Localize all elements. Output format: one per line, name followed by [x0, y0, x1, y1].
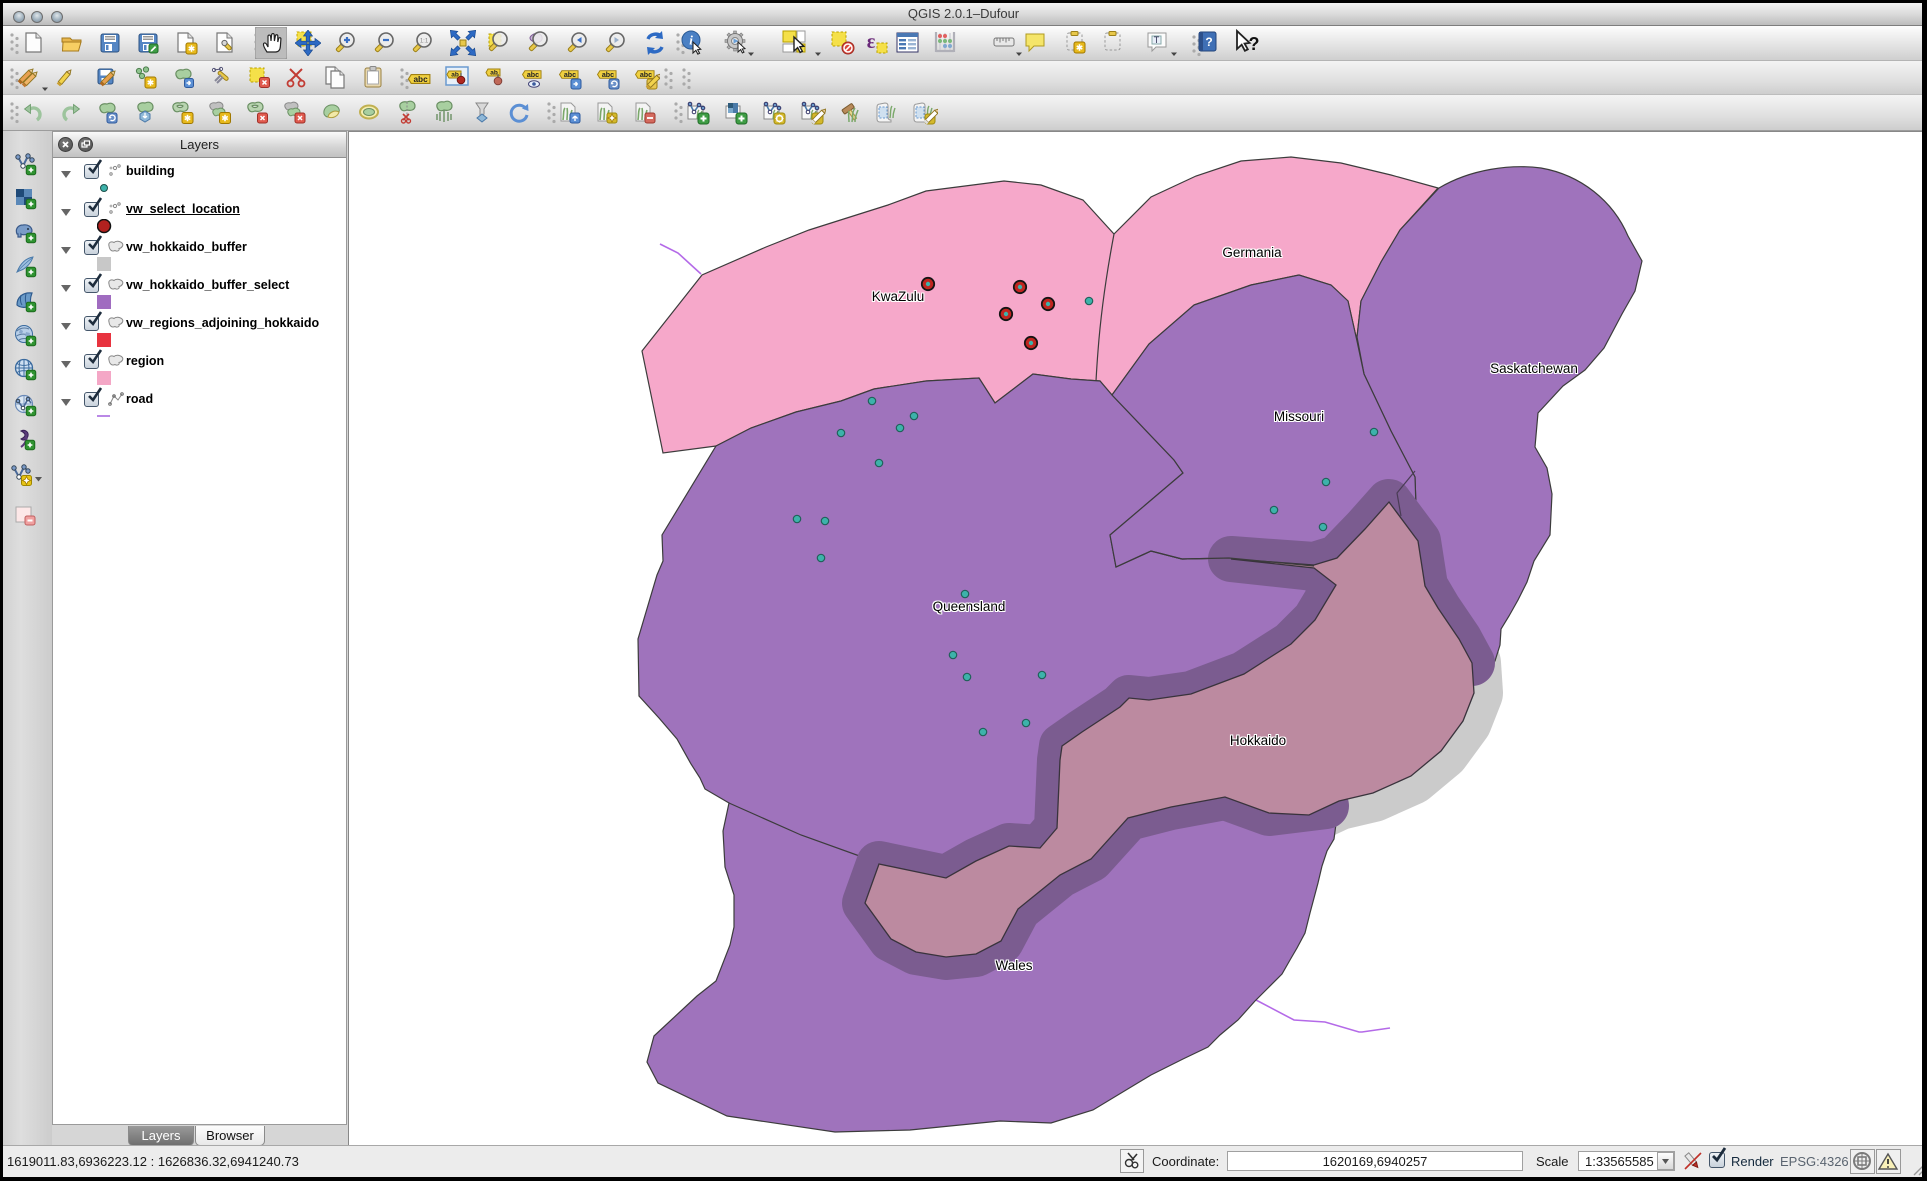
svg-text:abc: abc — [527, 71, 539, 79]
svg-text:Missouri: Missouri — [1274, 409, 1324, 424]
svg-text:abc: abc — [413, 75, 428, 84]
svg-text:ab: ab — [490, 70, 498, 77]
svg-text:?: ? — [1249, 34, 1260, 54]
svg-text:ε: ε — [867, 31, 876, 53]
svg-text:T: T — [1154, 35, 1160, 45]
svg-text:Queensland: Queensland — [933, 599, 1006, 614]
svg-text:Wales: Wales — [995, 958, 1032, 973]
svg-text:KwaZulu: KwaZulu — [872, 289, 925, 304]
svg-text:Saskatchewan: Saskatchewan — [1490, 361, 1578, 376]
svg-text:Germania: Germania — [1222, 245, 1282, 260]
svg-text:Hokkaido: Hokkaido — [1230, 733, 1286, 748]
svg-text:abc: abc — [602, 71, 614, 79]
svg-text:abc: abc — [564, 71, 576, 79]
svg-text:?: ? — [1205, 35, 1212, 49]
svg-text:abc: abc — [640, 71, 652, 79]
svg-text:1:1: 1:1 — [420, 39, 429, 45]
